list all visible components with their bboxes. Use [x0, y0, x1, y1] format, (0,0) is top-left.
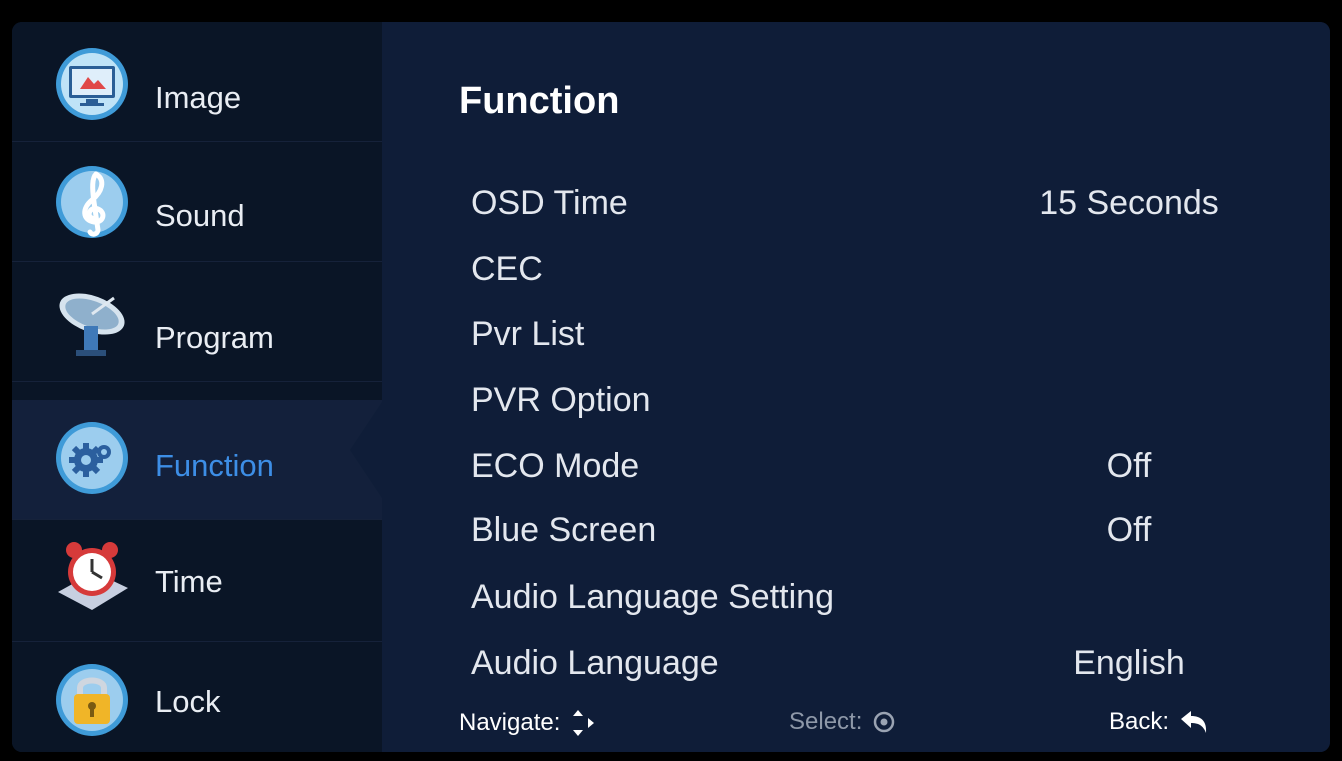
navigate-hint-label: Navigate:	[459, 709, 561, 736]
setting-row-blue-screen[interactable]: Blue Screen Off	[459, 499, 1249, 555]
sidebar-item-time[interactable]: Time	[12, 522, 382, 642]
row-value: Off	[1106, 511, 1152, 549]
setting-row-audio-language[interactable]: Audio Language English	[459, 632, 1249, 688]
setting-row-eco-mode[interactable]: ECO Mode Off	[459, 435, 1249, 491]
setting-row-pvr-list[interactable]: Pvr List	[459, 303, 1249, 359]
gear-icon	[52, 418, 132, 498]
sidebar-item-function[interactable]: Function	[12, 400, 382, 520]
sidebar-item-sound[interactable]: Sound	[12, 142, 382, 262]
navigate-hint: Navigate:	[459, 708, 596, 738]
padlock-icon	[52, 660, 132, 740]
alarm-clock-icon	[52, 536, 132, 616]
sidebar-item-label: Lock	[155, 684, 221, 719]
select-hint-label: Select:	[789, 708, 863, 735]
sidebar-item-image[interactable]: Image	[12, 22, 382, 142]
row-label: Audio Language	[471, 644, 719, 682]
footer-hints: Navigate: Select: Back:	[459, 702, 1259, 742]
setting-row-osd-time[interactable]: OSD Time 15 Seconds	[459, 172, 1249, 228]
select-circle-icon	[874, 711, 895, 733]
row-label: OSD Time	[471, 184, 628, 222]
page-title: Function	[459, 80, 620, 122]
monitor-icon	[52, 44, 132, 124]
row-label: CEC	[471, 250, 543, 288]
sidebar-item-label: Time	[155, 564, 223, 599]
row-value: 15 Seconds	[1039, 184, 1219, 222]
setting-row-pvr-option[interactable]: PVR Option	[459, 369, 1249, 425]
sidebar-item-label: Sound	[155, 198, 245, 233]
sidebar: Image Sound Program Function Time Lock	[12, 22, 382, 752]
setting-row-audio-language-setting[interactable]: Audio Language Setting	[459, 566, 1249, 622]
row-value: English	[1073, 644, 1185, 682]
select-hint: Select:	[789, 708, 896, 736]
sidebar-item-lock[interactable]: Lock	[12, 642, 382, 752]
active-indicator	[350, 402, 382, 498]
tv-screen: Image Sound Program Function Time Lock F…	[0, 0, 1342, 761]
satellite-dish-icon	[52, 284, 132, 364]
row-label: ECO Mode	[471, 447, 640, 485]
row-label: Audio Language Setting	[471, 578, 834, 616]
setting-row-cec[interactable]: CEC	[459, 238, 1249, 294]
sidebar-item-label: Program	[155, 320, 274, 355]
function-panel: Function OSD Time 15 Seconds CEC Pvr Lis…	[382, 22, 1330, 752]
back-hint-label: Back:	[1109, 708, 1170, 735]
sidebar-item-program[interactable]: Program	[12, 262, 382, 382]
row-value: Off	[1106, 447, 1152, 485]
treble-clef-icon	[52, 162, 132, 242]
sidebar-item-label: Function	[155, 448, 274, 483]
settings-menu: Image Sound Program Function Time Lock F…	[12, 22, 1330, 752]
row-label: Blue Screen	[471, 511, 657, 549]
back-hint: Back:	[1109, 708, 1209, 736]
row-label: PVR Option	[471, 381, 651, 419]
back-arrow-icon	[1181, 711, 1207, 733]
sidebar-item-label: Image	[155, 80, 242, 115]
row-label: Pvr List	[471, 315, 585, 353]
navigate-arrows-icon	[573, 710, 595, 736]
